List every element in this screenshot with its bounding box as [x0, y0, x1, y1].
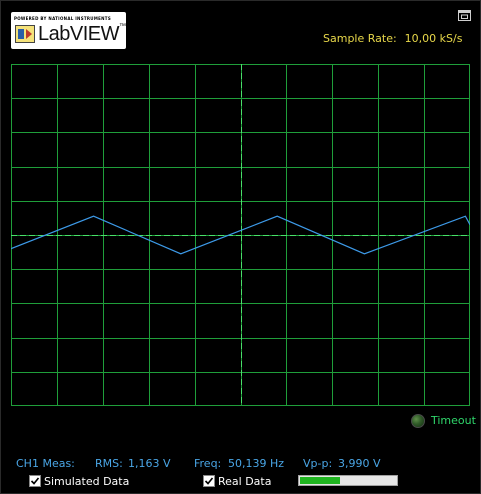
waveform-graph[interactable]	[11, 64, 470, 406]
sample-rate-readout: Sample Rate: 10,00 kS/s	[323, 32, 462, 45]
channel-meas-label: CH1 Meas:	[16, 457, 75, 470]
freq-label: Freq:	[194, 457, 222, 470]
simulated-data-label: Simulated Data	[44, 475, 130, 488]
labview-icon	[15, 25, 35, 43]
restore-window-icon[interactable]	[458, 10, 471, 21]
acquisition-progress-bar	[298, 475, 398, 486]
timeout-led-indicator	[411, 414, 425, 428]
rms-value: 1,163 V	[128, 457, 171, 470]
sample-rate-label: Sample Rate:	[323, 32, 397, 45]
checkmark-icon	[30, 477, 40, 485]
rms-label: RMS:	[95, 457, 123, 470]
simulated-data-checkbox[interactable]	[29, 475, 41, 487]
labview-logo: POWERED BY NATIONAL INSTRUMENTS LabVIEW™	[11, 12, 126, 49]
freq-value: 50,139 Hz	[228, 457, 285, 470]
vpp-label: Vp-p:	[303, 457, 333, 470]
progress-fill	[300, 477, 340, 484]
vpp-value: 3,990 V	[338, 457, 381, 470]
oscilloscope-panel: POWERED BY NATIONAL INSTRUMENTS LabVIEW™…	[0, 0, 481, 494]
real-data-checkbox[interactable]	[203, 475, 215, 487]
logo-trademark: ™	[118, 23, 126, 30]
timeout-label: Timeout	[431, 414, 476, 427]
sample-rate-value: 10,00 kS/s	[404, 32, 463, 45]
logo-name: LabVIEW	[38, 23, 119, 45]
logo-brand-strip: POWERED BY NATIONAL INSTRUMENTS	[14, 16, 111, 21]
real-data-label: Real Data	[218, 475, 272, 488]
checkmark-icon	[204, 477, 214, 485]
logo-wordmark: LabVIEW™	[38, 23, 126, 46]
